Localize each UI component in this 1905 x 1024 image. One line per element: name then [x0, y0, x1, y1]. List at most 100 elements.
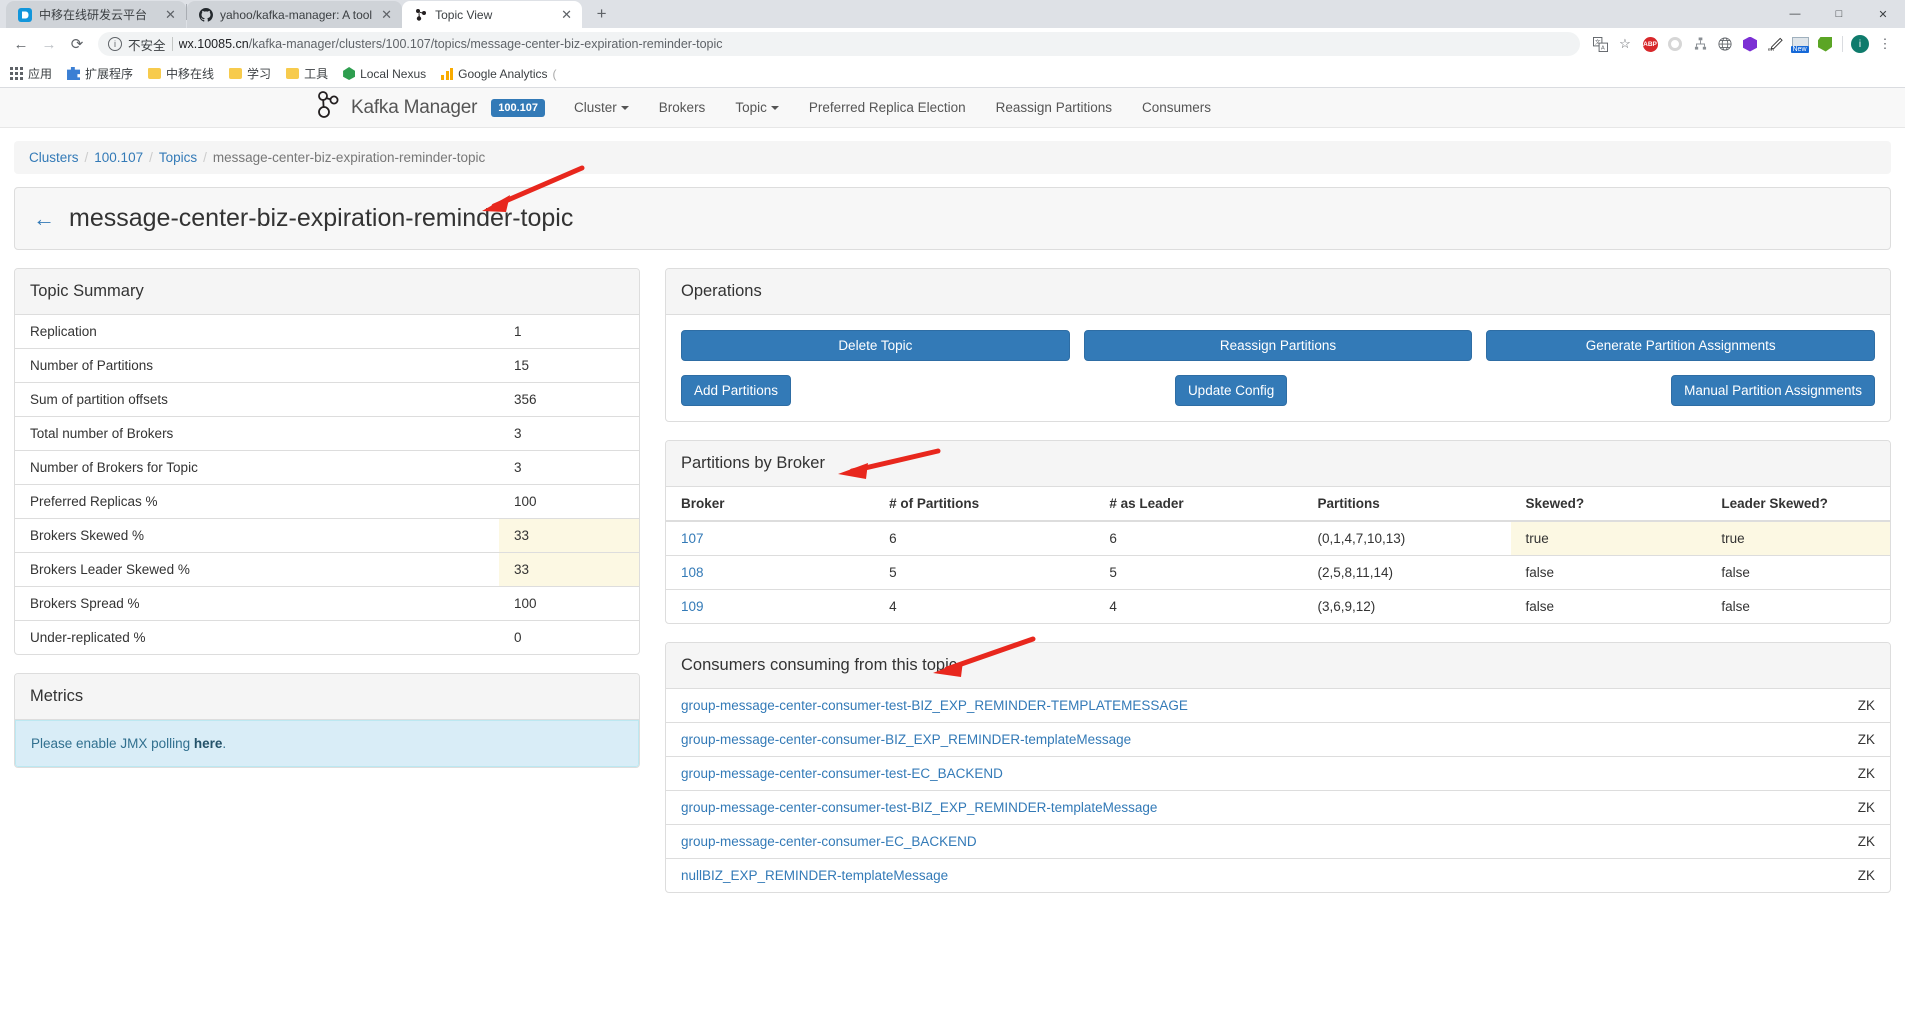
manual-partition-assignments-button[interactable]: Manual Partition Assignments	[1671, 375, 1875, 406]
consumer-link[interactable]: group-message-center-consumer-test-BIZ_E…	[681, 698, 1188, 713]
brand-logo[interactable]: Kafka Manager	[313, 90, 477, 125]
browser-tab-2[interactable]: yahoo/kafka-manager: A tool ✕	[187, 1, 403, 28]
browser-tab-1[interactable]: 中移在线研发云平台 ✕	[6, 1, 186, 28]
back-icon[interactable]: ←	[8, 31, 34, 57]
breadcrumb-item-cluster[interactable]: 100.107	[94, 150, 143, 165]
breadcrumb: Clusters / 100.107 / Topics / message-ce…	[14, 141, 1891, 174]
table-row: Replication 1	[15, 315, 639, 349]
site-info-icon[interactable]: i	[108, 37, 122, 51]
opera-ring-icon[interactable]	[1663, 32, 1687, 56]
purple-hexagon-icon[interactable]	[1738, 32, 1762, 56]
browser-tab-3[interactable]: Topic View ✕	[402, 1, 583, 28]
translate-icon[interactable]: 文A	[1588, 32, 1612, 56]
list-item: group-message-center-consumer-test-EC_BA…	[666, 756, 1890, 791]
close-window-button[interactable]: ✕	[1861, 0, 1905, 28]
update-config-button[interactable]: Update Config	[1174, 375, 1288, 406]
consumer-link[interactable]: group-message-center-consumer-test-EC_BA…	[681, 766, 1003, 781]
close-icon[interactable]: ✕	[559, 7, 574, 22]
breadcrumb-separator: /	[149, 150, 153, 165]
consumer-link[interactable]: group-message-center-consumer-EC_BACKEND	[681, 834, 977, 849]
nav-link-preferred-replica-election[interactable]: Preferred Replica Election	[794, 88, 981, 128]
avatar[interactable]: i	[1848, 32, 1872, 56]
num-partitions-cell: 6	[889, 531, 897, 546]
cluster-badge[interactable]: 100.107	[491, 98, 546, 117]
toolbar-divider	[1842, 36, 1843, 52]
bookmark-label: 学习	[247, 67, 272, 81]
bookmark-apps[interactable]: 应用	[10, 65, 52, 82]
consumer-type-cell: ZK	[1810, 756, 1890, 791]
omnibox-divider	[171, 37, 173, 51]
add-partitions-button[interactable]: Add Partitions	[681, 375, 792, 406]
nav-label: Cluster	[574, 100, 617, 115]
bookmark-folder-tools[interactable]: 工具	[286, 65, 328, 82]
forward-icon[interactable]: →	[36, 31, 62, 57]
minimize-button[interactable]: —	[1773, 0, 1817, 28]
maximize-button[interactable]: □	[1817, 0, 1861, 28]
bookmark-star-icon[interactable]: ☆	[1613, 32, 1637, 56]
bookmark-label: Local Nexus	[360, 66, 427, 81]
screenshot-new-icon[interactable]: New	[1788, 32, 1812, 56]
consumer-link[interactable]: nullBIZ_EXP_REMINDER-templateMessage	[681, 868, 948, 883]
bookmark-label: 应用	[28, 67, 53, 81]
bookmark-folder-study[interactable]: 学习	[229, 65, 271, 82]
bookmark-google-analytics[interactable]: Google Analytics (	[441, 67, 557, 81]
broker-link[interactable]: 107	[681, 531, 704, 546]
tree-icon[interactable]	[1688, 32, 1712, 56]
bookmarks-bar: 应用 扩展程序 中移在线 学习 工具 Local Nexus Google An…	[0, 60, 1905, 88]
evernote-icon[interactable]	[1813, 32, 1837, 56]
reassign-partitions-button[interactable]: Reassign Partitions	[1083, 330, 1473, 361]
nav-link-cluster[interactable]: Cluster	[559, 88, 644, 128]
tab-strip: 中移在线研发云平台 ✕ yahoo/kafka-manager: A tool …	[0, 0, 1905, 28]
operations-row-2: Add Partitions Update Config Manual Part…	[681, 375, 1875, 406]
adblock-plus-icon[interactable]: ABP	[1638, 32, 1662, 56]
close-icon[interactable]: ✕	[379, 7, 394, 22]
table-row: Preferred Replicas % 100	[15, 484, 639, 519]
left-column: Topic Summary Replication 1 Number of Par…	[14, 268, 640, 786]
summary-value: 1	[514, 324, 522, 339]
nav-link-brokers[interactable]: Brokers	[644, 88, 721, 128]
table-row: Brokers Spread % 100	[15, 586, 639, 621]
page-content: Kafka Manager 100.107 Cluster Brokers To…	[0, 88, 1905, 1024]
breadcrumb-item-clusters[interactable]: Clusters	[29, 150, 79, 165]
back-arrow-icon[interactable]: ←	[33, 207, 55, 230]
nav-link-consumers[interactable]: Consumers	[1127, 88, 1226, 128]
generate-partition-assignments-button[interactable]: Generate Partition Assignments	[1486, 330, 1876, 361]
kafka-icon	[413, 7, 428, 22]
nav-label: Topic	[735, 100, 767, 115]
column-skewed: Skewed?	[1510, 487, 1707, 522]
broker-link[interactable]: 109	[681, 599, 704, 614]
operations-heading: Operations	[666, 269, 1890, 315]
bookmark-folder-zhongyi[interactable]: 中移在线	[148, 65, 214, 82]
bookmark-extensions[interactable]: 扩展程序	[67, 65, 133, 82]
bookmark-local-nexus[interactable]: Local Nexus	[343, 67, 426, 81]
nav-label: Preferred Replica Election	[808, 100, 966, 115]
num-partitions-cell: 5	[874, 555, 1095, 590]
globe-wireframe-icon[interactable]	[1713, 32, 1737, 56]
consumer-link[interactable]: group-message-center-consumer-test-BIZ_E…	[681, 800, 1157, 815]
summary-value: 15	[499, 348, 639, 383]
nav-link-reassign-partitions[interactable]: Reassign Partitions	[981, 88, 1127, 128]
breadcrumb-item-topics[interactable]: Topics	[159, 150, 197, 165]
nav-link-topic[interactable]: Topic	[720, 88, 794, 128]
nav-label: Consumers	[1141, 100, 1211, 115]
consumer-link[interactable]: group-message-center-consumer-BIZ_EXP_RE…	[681, 732, 1131, 747]
jmx-notice-text: Please enable JMX polling	[31, 736, 194, 751]
en-pen-icon[interactable]: en	[1763, 32, 1787, 56]
reload-icon[interactable]: ⟳	[64, 31, 90, 57]
delete-topic-button[interactable]: Delete Topic	[681, 330, 1070, 361]
breadcrumb-item-current: message-center-biz-expiration-reminder-t…	[212, 150, 486, 165]
security-label: 不安全	[128, 38, 166, 53]
list-item: nullBIZ_EXP_REMINDER-templateMessage ZK	[666, 858, 1890, 892]
address-bar[interactable]: i 不安全 wx.10085.cn/kafka-manager/clusters…	[98, 32, 1580, 56]
table-header-row: Broker # of Partitions # as Leader Parti…	[666, 487, 1890, 522]
summary-label: Number of Partitions	[15, 348, 499, 383]
new-tab-button[interactable]: +	[588, 0, 615, 27]
kebab-menu-icon[interactable]: ⋮	[1873, 32, 1897, 56]
column-num-partitions: # of Partitions	[874, 487, 1095, 522]
broker-link[interactable]: 108	[681, 565, 704, 580]
topic-summary-panel: Topic Summary Replication 1 Number of Par…	[14, 268, 640, 655]
nexus-icon	[343, 67, 356, 80]
close-icon[interactable]: ✕	[163, 7, 178, 22]
jmx-enable-link[interactable]: here	[194, 736, 223, 751]
topic-title-panel: ← message-center-biz-expiration-reminder…	[14, 165, 1891, 250]
